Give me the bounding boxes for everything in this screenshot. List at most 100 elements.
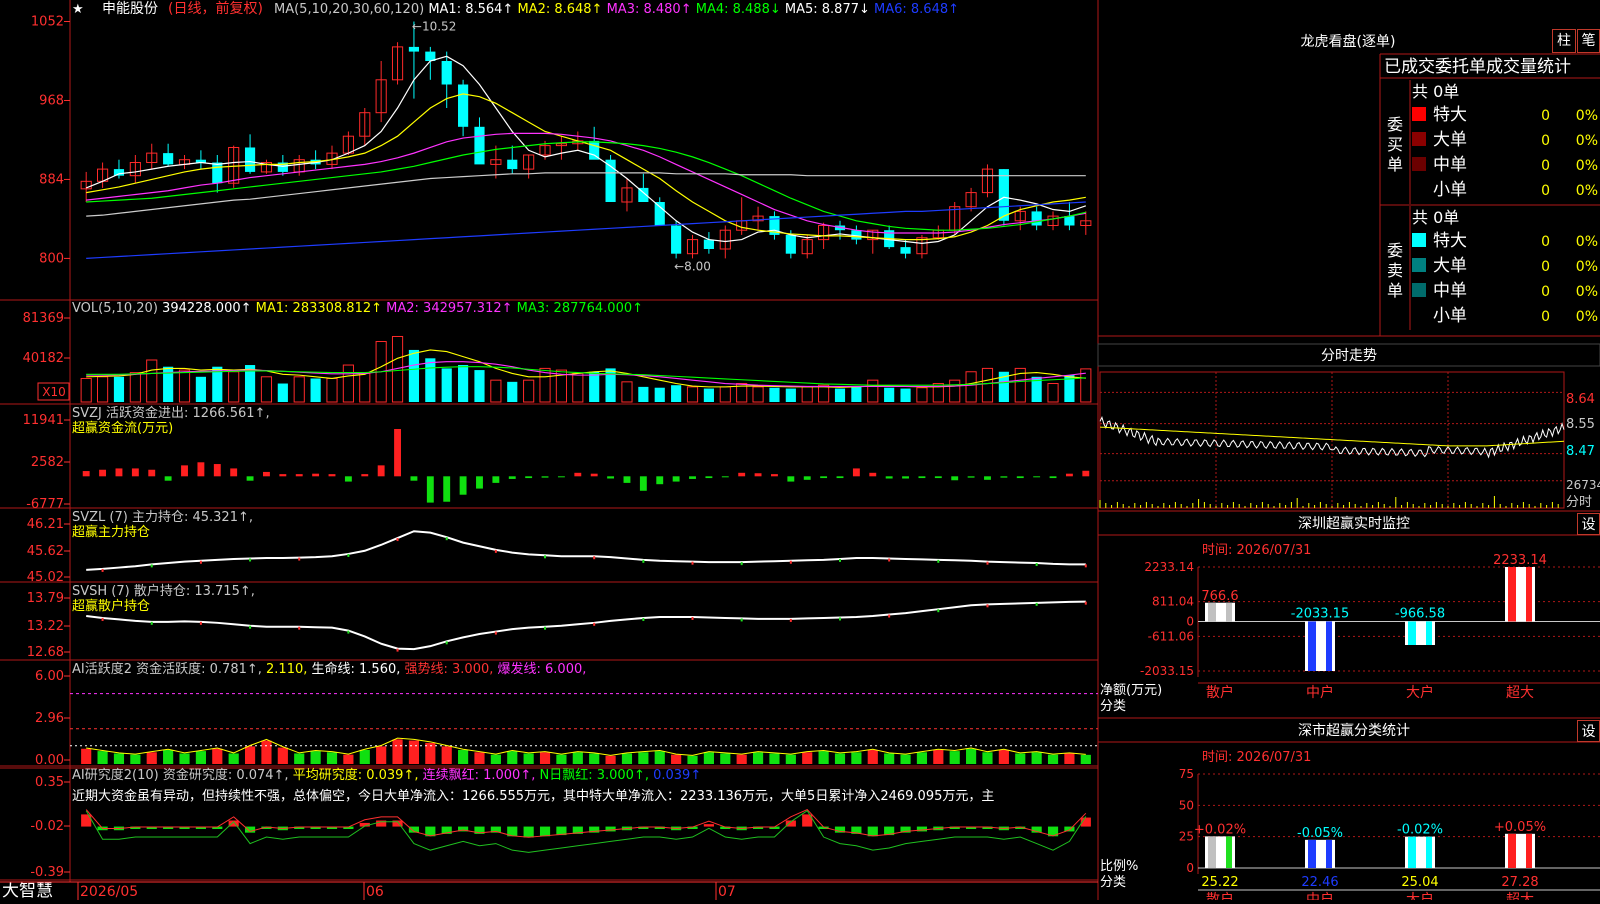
sell-row-pct: 0% (1576, 309, 1598, 325)
indicator-bar (769, 753, 780, 764)
sell-row-pct: 0% (1576, 234, 1598, 250)
axis-net-label: 净额(万元) (1100, 683, 1162, 698)
position-tick (888, 614, 891, 618)
indicator-bar (654, 751, 665, 764)
legend-item: MA2: 342957.312↑ (386, 301, 517, 316)
indicator-bar (572, 752, 583, 764)
indicator-bar (869, 472, 877, 477)
widget-bar-stripe (1508, 567, 1516, 622)
volume-bar-up (97, 376, 109, 403)
candle-body (1064, 216, 1075, 226)
position-tick (101, 568, 104, 572)
widget-tick: 811.04 (1152, 595, 1194, 609)
axis-cat-label: 分类 (1100, 699, 1126, 714)
volume-bar-up (949, 379, 961, 403)
candlestick-chart[interactable]: ←10.52 ←8.00 (80, 20, 1092, 274)
indicator-bar (525, 476, 533, 479)
indicator-bar (851, 386, 862, 402)
vol-unit: X10 (42, 385, 66, 399)
buy-row-name: 特大 (1433, 105, 1467, 125)
widget-tick: 0 (1186, 861, 1194, 875)
position-tick (593, 556, 596, 560)
legend-item: 连续飘红: 1.000↑, (423, 767, 540, 783)
monitor-settings-button[interactable]: 设 (1577, 513, 1600, 535)
svsh-chart[interactable] (86, 600, 1087, 652)
indicator-bar (277, 747, 288, 764)
widget-bar-stripe (1408, 621, 1416, 646)
svzj-chart[interactable] (82, 428, 1090, 503)
indicator-bar (130, 373, 140, 402)
indicator-bar (1047, 754, 1059, 764)
indicator-bar (687, 387, 697, 402)
position-tick (199, 560, 202, 564)
indicator-bar (738, 472, 746, 477)
indicator-bar (458, 365, 469, 402)
chart-canvas[interactable]: ←10.52 ←8.00 ★ 申能股份 (日线，前复权) MA(5,10,20,30,6… (0, 0, 1600, 904)
widget-date: 时间: 2026/07/31 (1202, 750, 1311, 765)
class-settings-button[interactable]: 设 (1577, 720, 1600, 742)
volume-chart[interactable] (80, 335, 1092, 403)
indicator-bar (294, 377, 304, 402)
candle-body (474, 126, 485, 165)
indicator-bar (343, 365, 353, 402)
position-tick (937, 609, 940, 613)
volume-bar-up (572, 372, 584, 403)
indicator-bar (752, 752, 764, 764)
indicator-bar (81, 748, 92, 764)
indicator-bar (654, 387, 665, 402)
ai2-tick: 0.35 (35, 775, 64, 790)
indicator-bar (916, 752, 928, 764)
indicator-bar (310, 378, 321, 402)
position-tick (544, 626, 547, 630)
indicator-bar (998, 749, 1009, 764)
legend-item: MA4: 8.488↓ (696, 2, 785, 17)
ai-comment: 近期大资金虽有异动，但持续性不强，总体偏空，今日大单净流入：1266.555万元… (72, 788, 994, 804)
volume-bar-up (621, 381, 633, 403)
indicator-bar (769, 387, 780, 402)
svzl-chart[interactable] (86, 530, 1087, 572)
indicator-bar (966, 372, 976, 402)
indicator-bar (703, 824, 714, 827)
widget-value-label: -966.58 (1395, 606, 1445, 621)
bar-mode-button[interactable]: 柱 (1552, 29, 1576, 53)
indicator-bar (967, 476, 975, 478)
indicator-bar (394, 428, 401, 477)
ai1-legend: AI活跃度2 资金活跃度: 0.781↑, 2.110, 生命线: 1.560,… (72, 661, 586, 677)
indicator-bar (228, 753, 239, 764)
indicator-bar (720, 387, 730, 402)
indicator-bar (246, 476, 254, 481)
ai-research-chart[interactable] (81, 808, 1091, 853)
right-panel: 龙虎看盘(逐单)已成交委托单成交量统计委买单共 0单特大 0 0%大单 0 0%中单 0 0… (1097, 33, 1600, 904)
volume-bar-up (523, 379, 535, 403)
tick-mode-button[interactable]: 笔 (1577, 29, 1600, 53)
indicator-bar (1080, 754, 1091, 764)
indicator-bar (458, 749, 469, 764)
indicator-bar (868, 380, 878, 402)
candle-body (998, 169, 1009, 221)
indicator-bar (802, 387, 812, 402)
candle-body (244, 147, 256, 172)
widget-bar-stripe (1326, 839, 1332, 868)
indicator-bar (213, 464, 221, 477)
ai-activity-chart[interactable] (70, 693, 1098, 764)
indicator-bar (885, 476, 893, 479)
svzl-tick: 45.02 (27, 570, 64, 585)
position-tick (347, 630, 350, 634)
svzj-tick: 2582 (31, 455, 64, 470)
indicator-bar (147, 360, 157, 402)
research-line (85, 810, 1087, 853)
widget-category: 散户 (1206, 891, 1234, 900)
widget-bar-stripe (1408, 836, 1416, 868)
ma-line (86, 93, 1086, 241)
buy-row-pct: 0% (1576, 158, 1598, 174)
indicator-bar (326, 752, 338, 764)
position-tick (494, 549, 497, 553)
indicator-bar (195, 751, 206, 764)
indicator-bar (638, 752, 649, 764)
svsh-tick: 13.22 (27, 619, 64, 634)
indicator-bar (426, 476, 434, 503)
legend-item: SVZL (7) 主力持仓: 45.321↑, (72, 510, 253, 525)
indicator-bar (917, 388, 927, 402)
indicator-bar (441, 368, 452, 402)
position-tick (199, 621, 202, 625)
